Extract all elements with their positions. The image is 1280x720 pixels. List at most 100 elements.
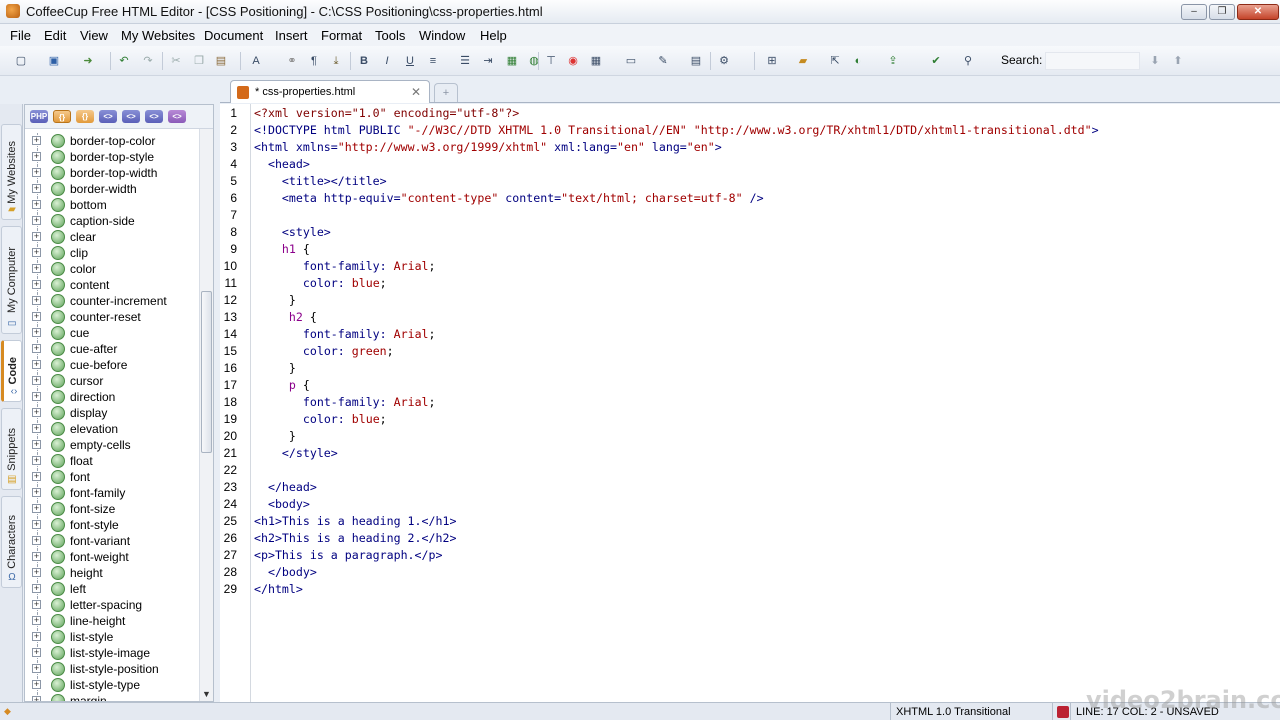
property-item[interactable]: + cursor (25, 373, 199, 389)
property-item[interactable]: + counter-increment (25, 293, 199, 309)
find-icon[interactable]: ⚲ (960, 53, 976, 69)
code-line[interactable]: </body> (254, 565, 317, 579)
search-input[interactable] (1045, 52, 1140, 70)
expand-icon[interactable]: + (32, 392, 41, 401)
export-icon[interactable]: ⇱ (827, 53, 843, 69)
expand-icon[interactable]: + (32, 152, 41, 161)
property-item[interactable]: + counter-reset (25, 309, 199, 325)
code-line[interactable]: } (254, 361, 296, 375)
expand-icon[interactable]: + (32, 216, 41, 225)
code-line[interactable]: <style> (254, 225, 331, 239)
property-item[interactable]: + bottom (25, 197, 199, 213)
code-line[interactable]: <h1>This is a heading 1.</h1> (254, 514, 456, 528)
property-item[interactable]: + left (25, 581, 199, 597)
expand-icon[interactable]: + (32, 376, 41, 385)
expand-icon[interactable]: + (32, 472, 41, 481)
expand-icon[interactable]: + (32, 184, 41, 193)
edit-icon[interactable]: ✎ (655, 53, 671, 69)
property-item[interactable]: + list-style-type (25, 677, 199, 693)
tab-code[interactable]: Code ‹› (1, 340, 22, 402)
underline-icon[interactable]: U (402, 53, 418, 69)
expand-icon[interactable]: + (32, 424, 41, 433)
code-line[interactable]: <meta http-equiv="content-type" content=… (254, 191, 764, 205)
code-line[interactable]: <html xmlns="http://www.w3.org/1999/xhtm… (254, 140, 722, 154)
property-item[interactable]: + color (25, 261, 199, 277)
expand-icon[interactable]: + (32, 344, 41, 353)
tab-my-websites[interactable]: My Websites ▰ (1, 124, 22, 220)
code-line[interactable]: <!DOCTYPE html PUBLIC "-//W3C//DTD XHTML… (254, 123, 1099, 137)
link-icon[interactable]: ⚭ (284, 53, 300, 69)
tab-my-computer[interactable]: My Computer ▭ (1, 226, 22, 334)
font-icon[interactable]: A (248, 53, 264, 69)
menu-window[interactable]: Window (419, 28, 465, 43)
scrollbar-thumb[interactable] (201, 291, 212, 453)
expand-icon[interactable]: + (32, 616, 41, 625)
property-item[interactable]: + clip (25, 245, 199, 261)
php-button[interactable]: PHP (30, 110, 48, 123)
property-item[interactable]: + height (25, 565, 199, 581)
property-item[interactable]: + cue-before (25, 357, 199, 373)
paste-icon[interactable]: ▤ (213, 53, 229, 69)
property-item[interactable]: + margin (25, 693, 199, 701)
menu-file[interactable]: File (10, 28, 31, 43)
expand-icon[interactable]: + (32, 552, 41, 561)
layout-icon[interactable]: ⊞ (764, 53, 780, 69)
undo-icon[interactable]: ↶ (116, 53, 132, 69)
xhtml-button[interactable]: <> (122, 110, 140, 123)
property-item[interactable]: + display (25, 405, 199, 421)
expand-icon[interactable]: + (32, 696, 41, 701)
align-icon[interactable]: ≡ (425, 53, 441, 69)
publish-icon[interactable]: ⇪ (885, 53, 901, 69)
upload-icon[interactable]: ➜ (80, 53, 96, 69)
new-tab-button[interactable]: + (434, 83, 458, 102)
save-icon[interactable]: ▣ (46, 53, 62, 69)
html5-button[interactable]: <> (145, 110, 163, 123)
expand-icon[interactable]: + (32, 568, 41, 577)
property-item[interactable]: + border-top-style (25, 149, 199, 165)
menu-help[interactable]: Help (480, 28, 507, 43)
paragraph-icon[interactable]: ¶ (306, 53, 322, 69)
css-alt-button[interactable]: {} (76, 110, 94, 123)
template-icon[interactable]: ▤ (688, 53, 704, 69)
expand-icon[interactable]: + (32, 312, 41, 321)
code-line[interactable]: font-family: Arial; (254, 327, 436, 341)
code-line[interactable]: <title></title> (254, 174, 387, 188)
expand-icon[interactable]: + (32, 600, 41, 609)
property-item[interactable]: + float (25, 453, 199, 469)
expand-icon[interactable]: + (32, 360, 41, 369)
form-icon[interactable]: ▭ (623, 53, 639, 69)
expand-icon[interactable]: + (32, 456, 41, 465)
minimize-button[interactable]: – (1181, 4, 1207, 20)
bold-icon[interactable]: B (356, 53, 372, 69)
code-line[interactable]: h2 { (254, 310, 317, 324)
xml-button[interactable]: <> (168, 110, 186, 123)
expand-icon[interactable]: + (32, 504, 41, 513)
grid-icon[interactable]: ▦ (588, 53, 604, 69)
table-tool-icon[interactable]: ⊤ (543, 53, 559, 69)
code-line[interactable]: color: blue; (254, 412, 387, 426)
code-line[interactable]: p { (254, 378, 310, 392)
scroll-down-icon[interactable]: ▼ (202, 689, 211, 699)
property-item[interactable]: + font-weight (25, 549, 199, 565)
code-line[interactable]: <p>This is a paragraph.</p> (254, 548, 442, 562)
expand-icon[interactable]: + (32, 280, 41, 289)
code-line[interactable]: </head> (254, 480, 317, 494)
property-item[interactable]: + line-height (25, 613, 199, 629)
expand-icon[interactable]: + (32, 264, 41, 273)
browser-icon[interactable]: ◐ (850, 53, 866, 69)
property-item[interactable]: + font (25, 469, 199, 485)
code-line[interactable]: color: green; (254, 344, 394, 358)
list-icon[interactable]: ☰ (457, 53, 473, 69)
menu-view[interactable]: View (80, 28, 108, 43)
property-item[interactable]: + elevation (25, 421, 199, 437)
css-button[interactable]: {} (53, 110, 71, 123)
html-button[interactable]: <> (99, 110, 117, 123)
web-icon[interactable]: ◍ (526, 53, 542, 69)
tab-characters[interactable]: Characters Ω (1, 496, 22, 588)
expand-icon[interactable]: + (32, 248, 41, 257)
expand-icon[interactable]: + (32, 408, 41, 417)
expand-icon[interactable]: + (32, 648, 41, 657)
expand-icon[interactable]: + (32, 488, 41, 497)
restore-button[interactable]: ❐ (1209, 4, 1235, 20)
tab-snippets[interactable]: Snippets ▤ (1, 408, 22, 490)
